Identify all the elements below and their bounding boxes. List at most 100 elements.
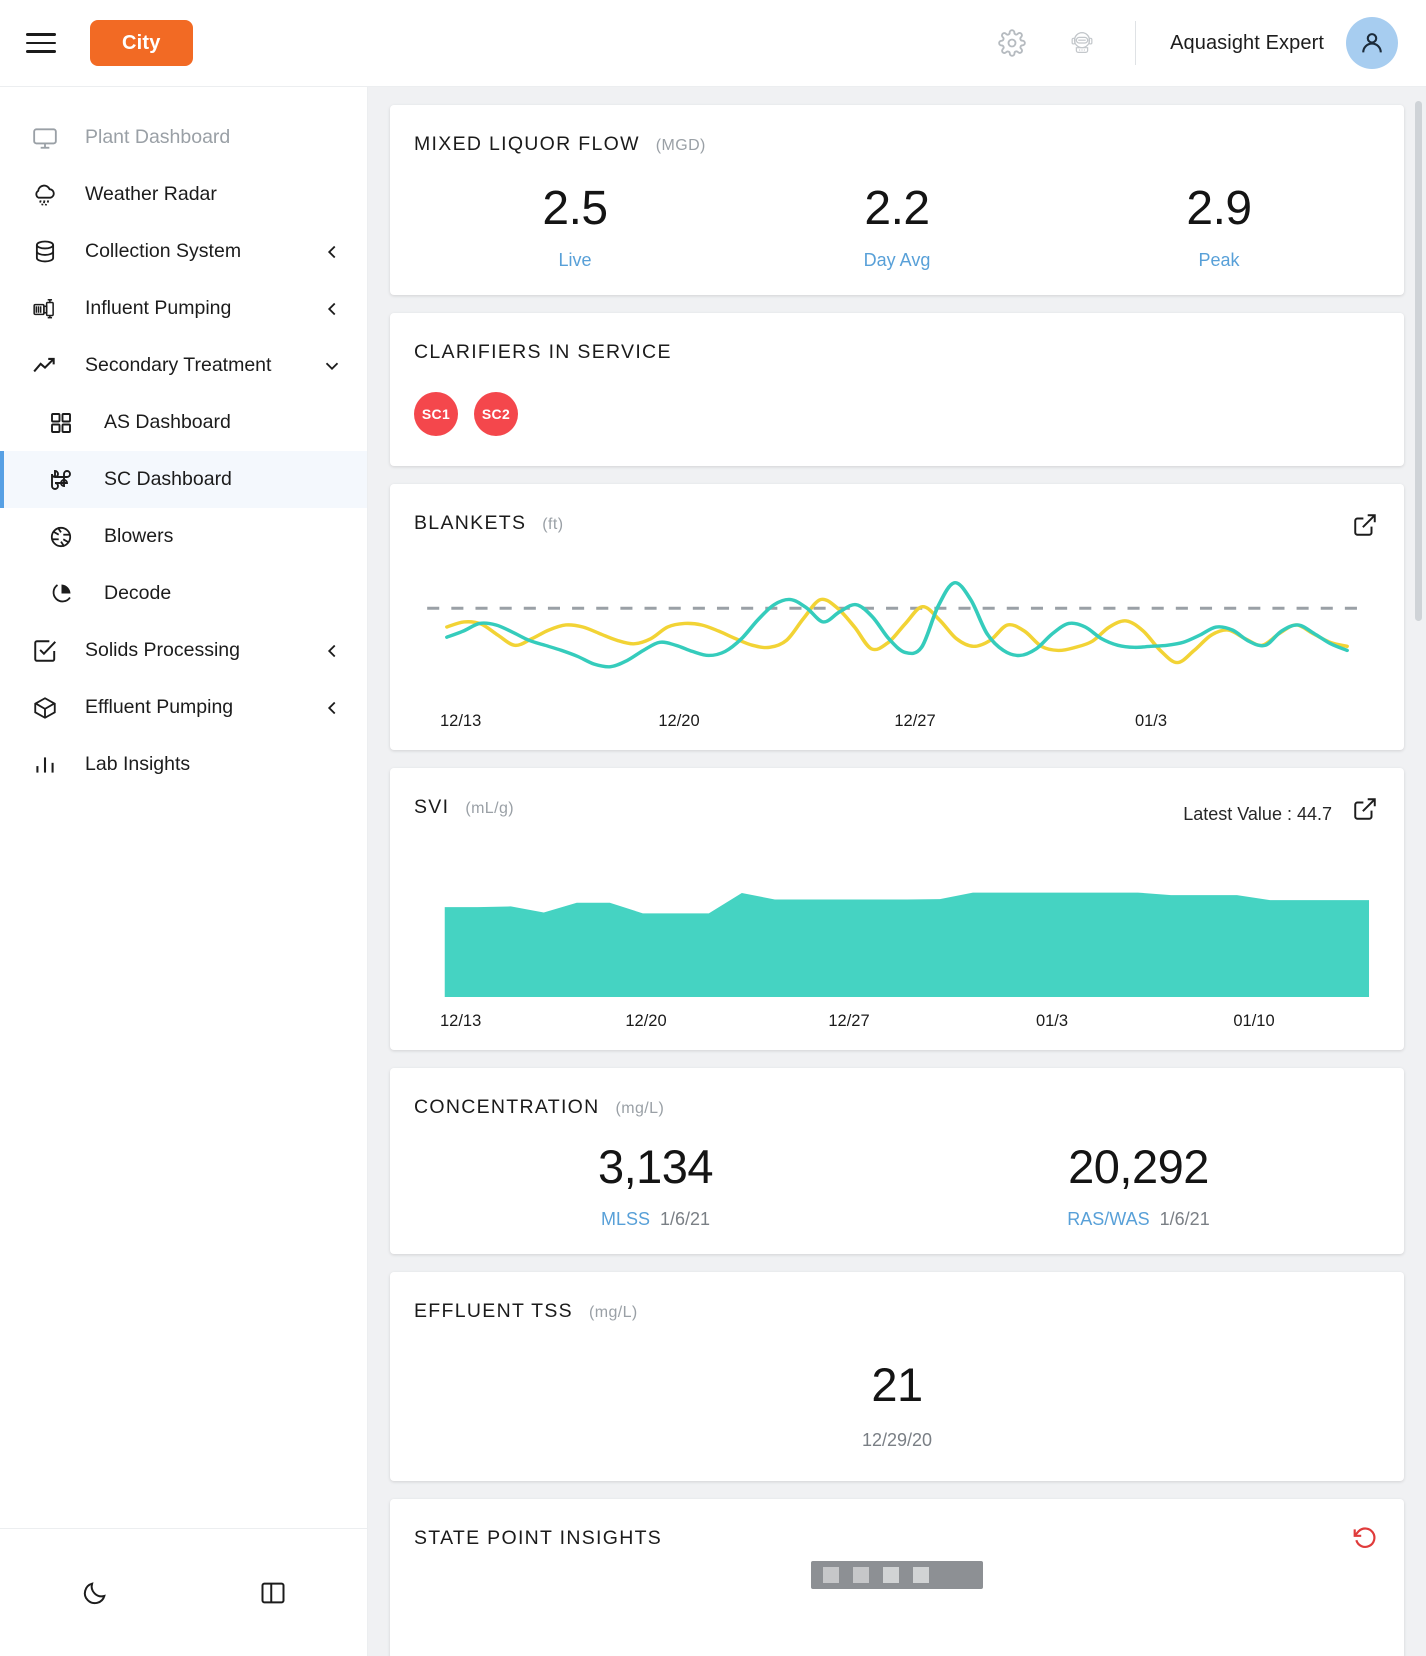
status-badge[interactable]: SC1: [414, 391, 458, 436]
page-title: BLANKETS: [414, 511, 527, 534]
sidebar-item-label: Plant Dashboard: [85, 126, 231, 148]
chevron-left-icon[interactable]: [321, 640, 343, 662]
axis-tick: 12/13: [440, 711, 482, 730]
sidebar-item-plant-dashboard[interactable]: Plant Dashboard: [0, 109, 367, 166]
card-effluent-tss: EFFLUENT TSS (mg/L) 21 12/29/20: [390, 1272, 1404, 1482]
sidebar-panel-icon[interactable]: [259, 1579, 287, 1607]
sidebar-item-collection-system[interactable]: Collection System: [0, 223, 367, 280]
stat-day-avg: 2.2 Day Avg: [736, 182, 1058, 271]
reset-axes-icon[interactable]: [913, 1567, 929, 1584]
card-header: EFFLUENT TSS (mg/L): [414, 1300, 1380, 1323]
sidebar-item-secondary-treatment[interactable]: Secondary Treatment: [0, 337, 367, 394]
sidebar-item-as-dashboard[interactable]: AS Dashboard: [0, 394, 367, 451]
camera-icon[interactable]: [823, 1567, 839, 1584]
card-mixed-liquor-flow: MIXED LIQUOR FLOW (MGD) 2.5 Live 2.2 Day…: [390, 105, 1404, 295]
headset-bot-icon[interactable]: [1063, 24, 1101, 62]
blankets-chart: [414, 557, 1380, 702]
axis-tick: 12/27: [828, 1011, 870, 1030]
stat-label: RAS/WAS: [1067, 1209, 1150, 1230]
sidebar-item-label: Solids Processing: [85, 639, 240, 661]
axis-tick: 12/20: [658, 711, 700, 730]
sidebar-item-weather-radar[interactable]: Weather Radar: [0, 166, 367, 223]
unit-label: (mg/L): [589, 1304, 638, 1322]
sidebar-item-blowers[interactable]: Blowers: [0, 508, 367, 565]
svi-x-axis: 12/13 12/20 12/27 01/3 01/10: [414, 1012, 1380, 1036]
chevron-left-icon[interactable]: [321, 241, 343, 263]
external-link-icon[interactable]: [1352, 512, 1378, 543]
sidebar-item-label: Decode: [104, 582, 172, 604]
stat-live: 2.5 Live: [414, 182, 736, 271]
stat-label: Live: [558, 249, 592, 270]
card-header: CLARIFIERS IN SERVICE: [414, 341, 1380, 364]
stat-value: 21: [871, 1358, 923, 1412]
svi-plot: [444, 892, 1370, 997]
zoom-icon[interactable]: [853, 1567, 869, 1584]
sidebar-item-label: Blowers: [104, 525, 174, 547]
page-title: CONCENTRATION: [414, 1095, 600, 1118]
bar-chart-icon: [28, 752, 62, 778]
stat-value: 20,292: [1068, 1139, 1209, 1193]
blankets-plot: [427, 580, 1367, 669]
stat-date: 1/6/21: [1159, 1209, 1210, 1230]
sidebar-item-label: AS Dashboard: [104, 411, 231, 433]
trend-up-icon: [28, 353, 62, 379]
sidebar-item-effluent-pumping[interactable]: Effluent Pumping: [0, 679, 367, 736]
clarifier-chip-group: SC1 SC2: [414, 391, 1380, 436]
sidebar-item-sc-dashboard[interactable]: SC Dashboard: [0, 451, 367, 508]
status-badge[interactable]: SC2: [474, 391, 518, 436]
database-icon: [28, 239, 62, 265]
sidebar-item-decode[interactable]: Decode: [0, 565, 367, 622]
card-blankets: BLANKETS (ft) 12/13 12/20 12/27 01/3: [390, 483, 1404, 750]
page-title: CLARIFIERS IN SERVICE: [414, 340, 672, 363]
sidebar-item-label: Secondary Treatment: [85, 354, 272, 376]
moon-icon[interactable]: [81, 1579, 109, 1607]
sidebar-item-lab-insights[interactable]: Lab Insights: [0, 736, 367, 793]
card-concentration: CONCENTRATION (mg/L) 3,134 MLSS 1/6/21 20…: [390, 1067, 1404, 1255]
chevron-left-icon[interactable]: [321, 298, 343, 320]
pump-icon: [28, 296, 62, 322]
sidebar-item-label: Lab Insights: [85, 753, 191, 775]
axis-tick: 01/10: [1233, 1011, 1275, 1030]
svi-chart: [414, 857, 1380, 1002]
sidebar-item-influent-pumping[interactable]: Influent Pumping: [0, 280, 367, 337]
sidebar-item-solids-processing[interactable]: Solids Processing: [0, 622, 367, 679]
axis-tick: 01/3: [1134, 711, 1168, 730]
chevron-left-icon[interactable]: [321, 697, 343, 719]
pie-chart-icon: [44, 582, 78, 606]
sidebar-item-label: SC Dashboard: [104, 468, 232, 490]
chart-toolbar[interactable]: [811, 1561, 983, 1590]
stat-value: 2.2: [864, 182, 930, 235]
page-title: EFFLUENT TSS: [414, 1300, 573, 1323]
app-root: City Aquasight Expert Plant Dashboard We…: [0, 0, 1426, 1656]
stat-label: Day Avg: [863, 249, 931, 270]
sidebar-item-label: Effluent Pumping: [85, 696, 234, 718]
city-button[interactable]: City: [90, 20, 193, 66]
reload-icon[interactable]: [1352, 1525, 1378, 1556]
external-link-icon[interactable]: [1352, 796, 1378, 827]
unit-label: (mL/g): [465, 799, 514, 817]
chevron-down-icon[interactable]: [321, 355, 343, 377]
card-header: MIXED LIQUOR FLOW (MGD): [414, 133, 1380, 156]
stat-value: 3,134: [597, 1139, 714, 1193]
scrollbar-thumb[interactable]: [1415, 101, 1422, 621]
avatar[interactable]: [1346, 17, 1398, 69]
stat-sub: RAS/WAS 1/6/21: [897, 1209, 1380, 1230]
stat-label: MLSS: [600, 1209, 650, 1230]
stat-label: Peak: [1198, 249, 1240, 270]
card-svi: SVI (mL/g) Latest Value : 44.7 12/13 12/…: [390, 767, 1404, 1050]
card-header: CONCENTRATION (mg/L): [414, 1096, 1380, 1119]
blankets-x-axis: 12/13 12/20 12/27 01/3: [414, 712, 1380, 736]
hamburger-icon[interactable]: [24, 26, 58, 60]
gear-icon[interactable]: [993, 24, 1031, 62]
svi-latest-value: Latest Value : 44.7: [1183, 803, 1332, 824]
stat-date: 1/6/21: [659, 1209, 711, 1230]
axis-tick: 12/13: [440, 1011, 482, 1030]
stat-sub: MLSS 1/6/21: [414, 1209, 897, 1230]
check-square-icon: [28, 638, 62, 664]
axis-tick: 12/27: [894, 711, 936, 730]
sidebar-footer: [0, 1528, 367, 1656]
sidebar-item-label: Weather Radar: [85, 183, 217, 205]
card-state-point-insights: STATE POINT INSIGHTS: [390, 1499, 1404, 1656]
pan-icon[interactable]: [883, 1567, 899, 1584]
rain-cloud-icon: [28, 182, 62, 208]
